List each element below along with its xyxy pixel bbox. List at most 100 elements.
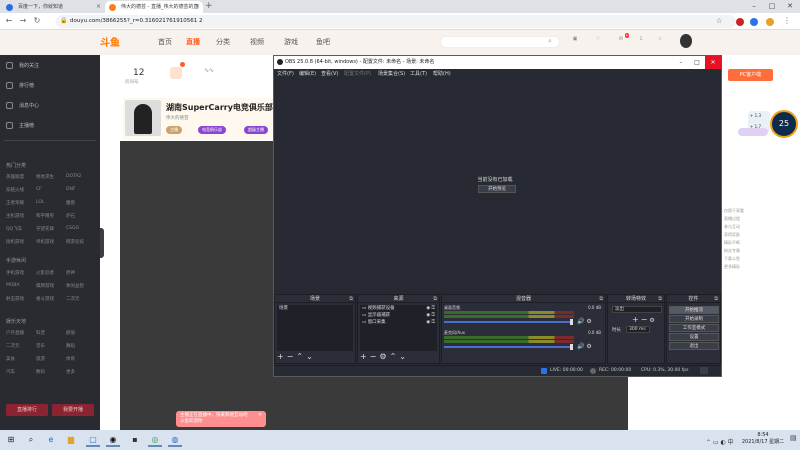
- gear-icon[interactable]: ⚙: [649, 317, 656, 324]
- obs-close-button[interactable]: ✕: [705, 56, 721, 69]
- network-speed-badge[interactable]: 25: [770, 110, 798, 138]
- gift-icon[interactable]: [170, 67, 182, 79]
- sidebar-collapse-handle[interactable]: [100, 228, 104, 258]
- float-icon[interactable]: ⧉: [433, 295, 437, 303]
- nav-video[interactable]: 视频: [250, 37, 264, 47]
- app-icon[interactable]: ▪: [128, 433, 142, 447]
- new-tab-button[interactable]: +: [205, 0, 213, 13]
- scenes-list[interactable]: 场景: [277, 305, 353, 351]
- close-tab-icon[interactable]: ×: [195, 1, 200, 13]
- chrome-icon[interactable]: ◎: [148, 433, 162, 447]
- nav-live[interactable]: 直播: [186, 37, 200, 47]
- douyu-logo[interactable]: 斗鱼: [100, 34, 120, 49]
- obs-start-preview-button[interactable]: 开始预览: [478, 185, 516, 193]
- float-icon[interactable]: ⧉: [599, 295, 603, 303]
- app-icon[interactable]: ◍: [168, 433, 182, 447]
- sidebar-category-link[interactable]: 穿越火线: [6, 187, 24, 193]
- lock-icon[interactable]: 🔒: [60, 17, 67, 24]
- transition-select[interactable]: 淡出: [612, 306, 662, 313]
- sidebar-category-link[interactable]: 网游竞技: [66, 239, 84, 245]
- volume-slider-handle[interactable]: [570, 344, 573, 350]
- sidebar-category-link[interactable]: LOL: [36, 200, 44, 205]
- nav-category[interactable]: 分类: [216, 37, 230, 47]
- sidebar-category-link[interactable]: 火影忍者: [36, 270, 54, 276]
- add-icon[interactable]: +: [360, 352, 370, 361]
- reload-icon[interactable]: ↻: [32, 16, 42, 26]
- list-item[interactable]: ▭ 视频捕获设备 ◉ ⚿: [360, 305, 437, 312]
- promo-pill[interactable]: [738, 128, 768, 136]
- settings-button[interactable]: 设置: [669, 333, 719, 341]
- douyu-search-input[interactable]: [440, 36, 560, 48]
- float-icon[interactable]: ⧉: [349, 295, 353, 303]
- url-input[interactable]: douyu.com/3866255?_r=0.316021761910561 2: [56, 15, 736, 28]
- add-icon[interactable]: +: [277, 352, 287, 361]
- obs-menu-help[interactable]: 帮助(H): [433, 70, 451, 77]
- obs-menu-view[interactable]: 查看(V): [321, 70, 338, 77]
- sidebar-category-link[interactable]: 数码: [36, 369, 45, 375]
- nav-yuba[interactable]: 鱼吧: [316, 37, 330, 47]
- start-streaming-button[interactable]: 开始推流: [669, 306, 719, 314]
- sidebar-category-link[interactable]: 街机游戏: [6, 239, 24, 245]
- add-icon[interactable]: +: [632, 315, 641, 324]
- profile-avatar-icon[interactable]: [766, 18, 774, 26]
- sources-list[interactable]: ▭ 视频捕获设备 ◉ ⚿ ▭ 显示器捕获 ◉ ⚿ ▭ 窗口采集 ◉ ⚿: [360, 305, 437, 351]
- search-icon[interactable]: ⌕: [548, 37, 552, 46]
- anchor-name[interactable]: 伟大的德芸: [166, 115, 189, 121]
- sidebar-category-link[interactable]: 守望先锋: [36, 226, 54, 232]
- browser-tab-baidu[interactable]: 百度一下，你就知道 ×: [2, 1, 104, 13]
- extension-icon[interactable]: [750, 18, 758, 26]
- obs-menu-edit[interactable]: 编辑(E): [299, 70, 316, 77]
- minimize-button[interactable]: –: [746, 0, 762, 13]
- bookmark-star-icon[interactable]: ☆: [716, 17, 722, 25]
- studio-mode-button[interactable]: 工作室模式: [669, 324, 719, 332]
- exit-button[interactable]: 退出: [669, 342, 719, 350]
- sidebar-category-link[interactable]: 科普: [36, 330, 45, 336]
- list-item[interactable]: ▭ 显示器捕获 ◉ ⚿: [360, 312, 437, 319]
- speaker-icon[interactable]: 🔊: [577, 318, 584, 325]
- browser-tab-douyu[interactable]: 伟大的德芸 - 直播_伟大的德芸的直 ×: [105, 1, 203, 13]
- visibility-eye-icon[interactable]: ◉ ⚿: [426, 312, 435, 319]
- move-up-icon[interactable]: ⌃: [390, 352, 400, 361]
- back-arrow-icon[interactable]: ←: [4, 16, 14, 26]
- nav-home[interactable]: 首页: [158, 37, 172, 47]
- download-icon[interactable]: ⇩: [636, 36, 646, 48]
- visibility-eye-icon[interactable]: ◉ ⚿: [426, 305, 435, 312]
- pc-client-button[interactable]: PC客户端: [728, 69, 773, 81]
- sidebar-category-link[interactable]: 更多: [66, 369, 75, 375]
- sidebar-category-link[interactable]: 汽车: [6, 369, 15, 375]
- sidebar-category-link[interactable]: 格斗游戏: [36, 296, 54, 302]
- sidebar-category-link[interactable]: CF: [36, 187, 42, 192]
- sidebar-category-link[interactable]: 旅游: [36, 356, 45, 362]
- sidebar-category-link[interactable]: 单机游戏: [36, 239, 54, 245]
- visibility-eye-icon[interactable]: ◉ ⚿: [426, 319, 435, 326]
- sidebar-category-link[interactable]: 英雄联盟: [6, 174, 24, 180]
- sidebar-category-link[interactable]: 和平精英: [36, 213, 54, 219]
- obs-menu-scene-collection[interactable]: 场景集合(S): [378, 70, 405, 77]
- sidebar-category-link[interactable]: 美食: [6, 356, 15, 362]
- move-down-icon[interactable]: ⌄: [399, 352, 409, 361]
- sidebar-item-rank[interactable]: 排行榜: [6, 82, 34, 89]
- notification-icon[interactable]: ▤: [790, 434, 797, 442]
- search-icon[interactable]: ⌕: [24, 433, 38, 447]
- gear-icon[interactable]: ⚙: [586, 318, 591, 325]
- sidebar-category-link[interactable]: 户外直播: [6, 330, 24, 336]
- file-explorer-icon[interactable]: ▆: [64, 433, 78, 447]
- voice-wave-icon[interactable]: ∿∿: [204, 67, 214, 74]
- extension-icon[interactable]: [736, 18, 744, 26]
- volume-slider[interactable]: [444, 346, 572, 348]
- gear-icon[interactable]: ⚙: [586, 343, 591, 350]
- move-up-icon[interactable]: ⌃: [296, 352, 306, 361]
- sidebar-category-link[interactable]: 舞蹈: [66, 343, 75, 349]
- close-tab-icon[interactable]: ×: [96, 1, 101, 13]
- sidebar-category-link[interactable]: DNF: [66, 187, 75, 192]
- obs-taskbar-icon[interactable]: ◉: [106, 433, 120, 447]
- sidebar-item-follow[interactable]: 我的关注: [6, 62, 39, 69]
- sidebar-rank-button[interactable]: 直播排行: [6, 404, 48, 416]
- sidebar-category-link[interactable]: 颜值: [66, 330, 75, 336]
- gear-icon[interactable]: ⚙: [379, 352, 389, 361]
- obs-menu-file[interactable]: 文件(F): [277, 70, 294, 77]
- sidebar-category-link[interactable]: 炉石: [66, 213, 75, 219]
- start-recording-button[interactable]: 开始录制: [669, 315, 719, 323]
- browser-menu-icon[interactable]: ⋮: [783, 16, 791, 25]
- system-tray-icon[interactable]: ⌃ ▭ ◐ 中: [706, 437, 734, 446]
